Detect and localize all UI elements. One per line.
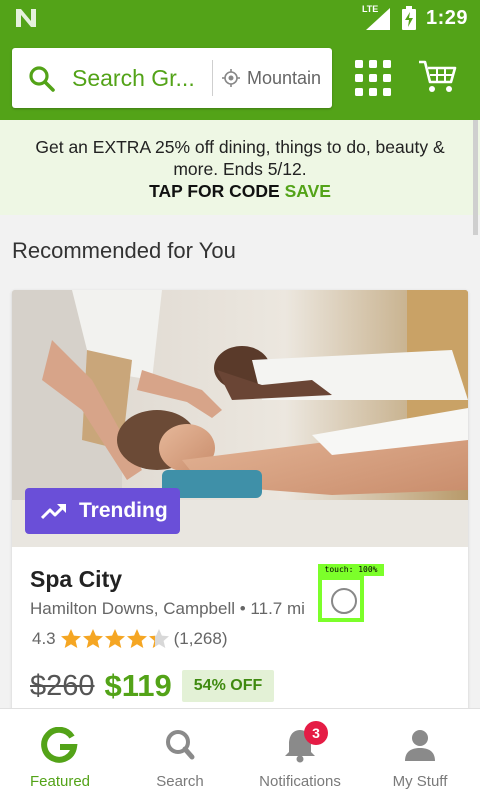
notification-count-badge: 3: [304, 721, 328, 745]
categories-grid-icon[interactable]: [355, 60, 391, 96]
app-header: Search Gr... Mountain: [0, 36, 480, 120]
battery-icon: [401, 6, 416, 30]
section-title: Recommended for You: [12, 238, 236, 263]
star-rating: [60, 628, 170, 650]
deal-rating: 4.3 (1,268): [32, 628, 228, 650]
promo-cta-label: TAP FOR CODE: [149, 181, 280, 201]
star-icon: [60, 629, 81, 648]
review-count: (1,268): [173, 629, 228, 648]
nav-search[interactable]: Search: [120, 709, 240, 800]
cart-icon[interactable]: [418, 58, 458, 94]
location-field[interactable]: Mountain: [247, 68, 327, 89]
star-icon: [104, 629, 125, 648]
sale-price: $119: [104, 668, 172, 703]
bottom-navigation: Featured Search 3 Notifications My Stuff: [0, 708, 480, 800]
clock: 1:29: [425, 6, 468, 29]
rating-value: 4.3: [32, 629, 56, 648]
search-icon: [166, 730, 195, 760]
star-icon: [82, 629, 103, 648]
nav-label-my-stuff: My Stuff: [392, 773, 448, 790]
promo-text: Get an EXTRA 25% off dining, things to d…: [35, 137, 445, 179]
deal-location: Hamilton Downs, Campbell • 11.7 mi: [30, 599, 305, 618]
original-price: $260: [30, 669, 95, 702]
search-bar[interactable]: Search Gr... Mountain: [12, 48, 332, 108]
scrollbar: [473, 120, 478, 235]
status-bar: LTE 1:29: [0, 0, 480, 36]
deal-title: Spa City: [30, 566, 123, 592]
trending-badge: Trending: [25, 488, 180, 534]
android-n-icon: [16, 9, 36, 27]
touch-indicator-label: touch: 100%: [318, 564, 384, 576]
trending-up-icon: [41, 504, 66, 520]
discount-badge: 54% OFF: [181, 670, 275, 702]
promo-banner[interactable]: Get an EXTRA 25% off dining, things to d…: [0, 120, 480, 215]
deal-card[interactable]: Trending Spa City Hamilton Downs, Campbe…: [12, 290, 468, 720]
trending-label: Trending: [79, 499, 168, 522]
touch-point: [331, 588, 357, 614]
location-target-icon: [222, 69, 240, 87]
nav-notifications[interactable]: 3 Notifications: [240, 709, 360, 800]
star-icon: [126, 629, 147, 648]
person-icon: [405, 730, 435, 761]
signal-icon: LTE: [362, 4, 392, 30]
nav-featured[interactable]: Featured: [0, 709, 120, 800]
search-input[interactable]: Search Gr...: [72, 65, 212, 92]
promo-cta[interactable]: TAP FOR CODE SAVE: [0, 181, 480, 202]
nav-label-search: Search: [156, 773, 204, 790]
search-divider: [212, 60, 213, 96]
star-icon: [148, 629, 169, 648]
nav-my-stuff[interactable]: My Stuff: [360, 709, 480, 800]
promo-code: SAVE: [284, 181, 331, 201]
search-icon: [29, 66, 55, 92]
deal-image: Trending: [12, 290, 468, 547]
nav-label-featured: Featured: [29, 773, 91, 790]
touch-indicator: [318, 576, 364, 622]
price-row: $260 $119 54% OFF: [30, 668, 275, 704]
nav-label-notifications: Notifications: [259, 773, 341, 790]
groupon-g-icon: [41, 727, 78, 763]
